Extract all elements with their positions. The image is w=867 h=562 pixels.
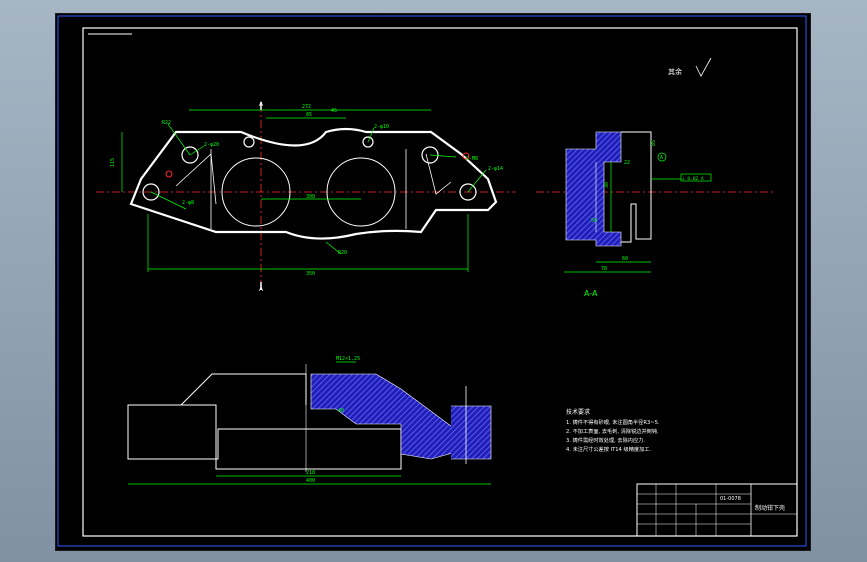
label-2-m8: 2-M8: [466, 156, 478, 162]
thread-mark-left: [165, 170, 173, 178]
label-2-phi10: 2-φ10: [374, 124, 389, 130]
note-line-1: 1. 铸件不得有砂眼, 未注圆角半径R3~5.: [566, 418, 660, 426]
sec-dim-78: 78: [601, 266, 607, 272]
inner-frame: [82, 27, 798, 537]
datum-a: A: [660, 155, 663, 161]
front-dim-218: 218: [306, 470, 315, 476]
label-r22: R22: [162, 120, 171, 126]
top-view-outline: [129, 127, 498, 240]
dim-85: 85: [306, 112, 312, 118]
top-view: A A 272 85 45 115 350 300 R22 2-φ20 2-φ1…: [96, 101, 516, 293]
title-block: 01-0078 制动钳下壳: [636, 483, 798, 537]
section-label: A-A: [584, 289, 598, 298]
section-mark-bottom: A: [259, 286, 264, 293]
front-thread: M12×1.25: [336, 356, 360, 362]
section-outline: [621, 131, 652, 243]
section-hatched-body: [565, 131, 622, 247]
dim-45: 45: [331, 108, 337, 114]
label-2-phi20: 2-φ20: [204, 142, 219, 148]
sec-dim-50: 50: [591, 218, 597, 224]
technical-notes: 技术要求 1. 铸件不得有砂眼, 未注圆角半径R3~5. 2. 不加工表面, 去…: [566, 408, 660, 453]
dim-272: 272: [302, 104, 311, 110]
front-top-edge: [128, 373, 307, 406]
front-hatched-right: [451, 405, 492, 460]
title-block-project: 制动钳下壳: [755, 504, 785, 512]
front-dim-48: 48: [338, 408, 344, 414]
cad-viewport[interactable]: A A 272 85 45 115 350 300 R22 2-φ20 2-φ1…: [0, 0, 867, 562]
roughness-symbol: [695, 57, 712, 77]
label-r20: R20: [338, 250, 347, 256]
front-hatched-section: [310, 373, 457, 460]
web-right: [425, 153, 452, 195]
sec-dim-38: 38: [604, 182, 610, 188]
surface-finish-note: 其余: [668, 67, 682, 76]
surface-finish: 其余: [668, 57, 712, 77]
tolerance-text: ⊥ 0.02 A: [682, 176, 704, 182]
front-dim-400: 400: [306, 478, 315, 484]
sec-dim-22: 22: [624, 160, 630, 166]
sec-dim-85: 85: [651, 140, 657, 146]
note-line-2: 2. 不加工表面, 去毛刺, 清除锐边并倒钝.: [566, 427, 659, 435]
note-line-3: 3. 铸件需经时效处理, 去除内应力.: [566, 436, 645, 444]
dim-300: 300: [306, 194, 315, 200]
front-view: M12×1.25 218 400 48: [127, 356, 492, 485]
dim-350: 350: [306, 271, 315, 277]
notes-heading: 技术要求: [566, 408, 590, 416]
dim-115: 115: [110, 158, 116, 167]
drawing-svg: A A 272 85 45 115 350 300 R22 2-φ20 2-φ1…: [57, 15, 807, 547]
title-block-code: 01-0078: [720, 496, 741, 502]
outer-frame: [57, 15, 807, 547]
bleed-hole-left: [243, 136, 255, 148]
section-view: 78 60 38 50 22 85 A ⊥ 0.02 A A-A: [536, 131, 776, 298]
sec-dim-60: 60: [622, 256, 628, 262]
section-mark-top: A: [259, 101, 264, 108]
label-2-phi14: 2-φ14: [488, 166, 503, 172]
note-line-4: 4. 未注尺寸公差按 IT14 级精度加工.: [566, 445, 651, 453]
drawing-sheet[interactable]: A A 272 85 45 115 350 300 R22 2-φ20 2-φ1…: [55, 13, 811, 551]
label-2-phi8: 2-φ8: [182, 200, 194, 206]
web-left: [175, 153, 217, 205]
